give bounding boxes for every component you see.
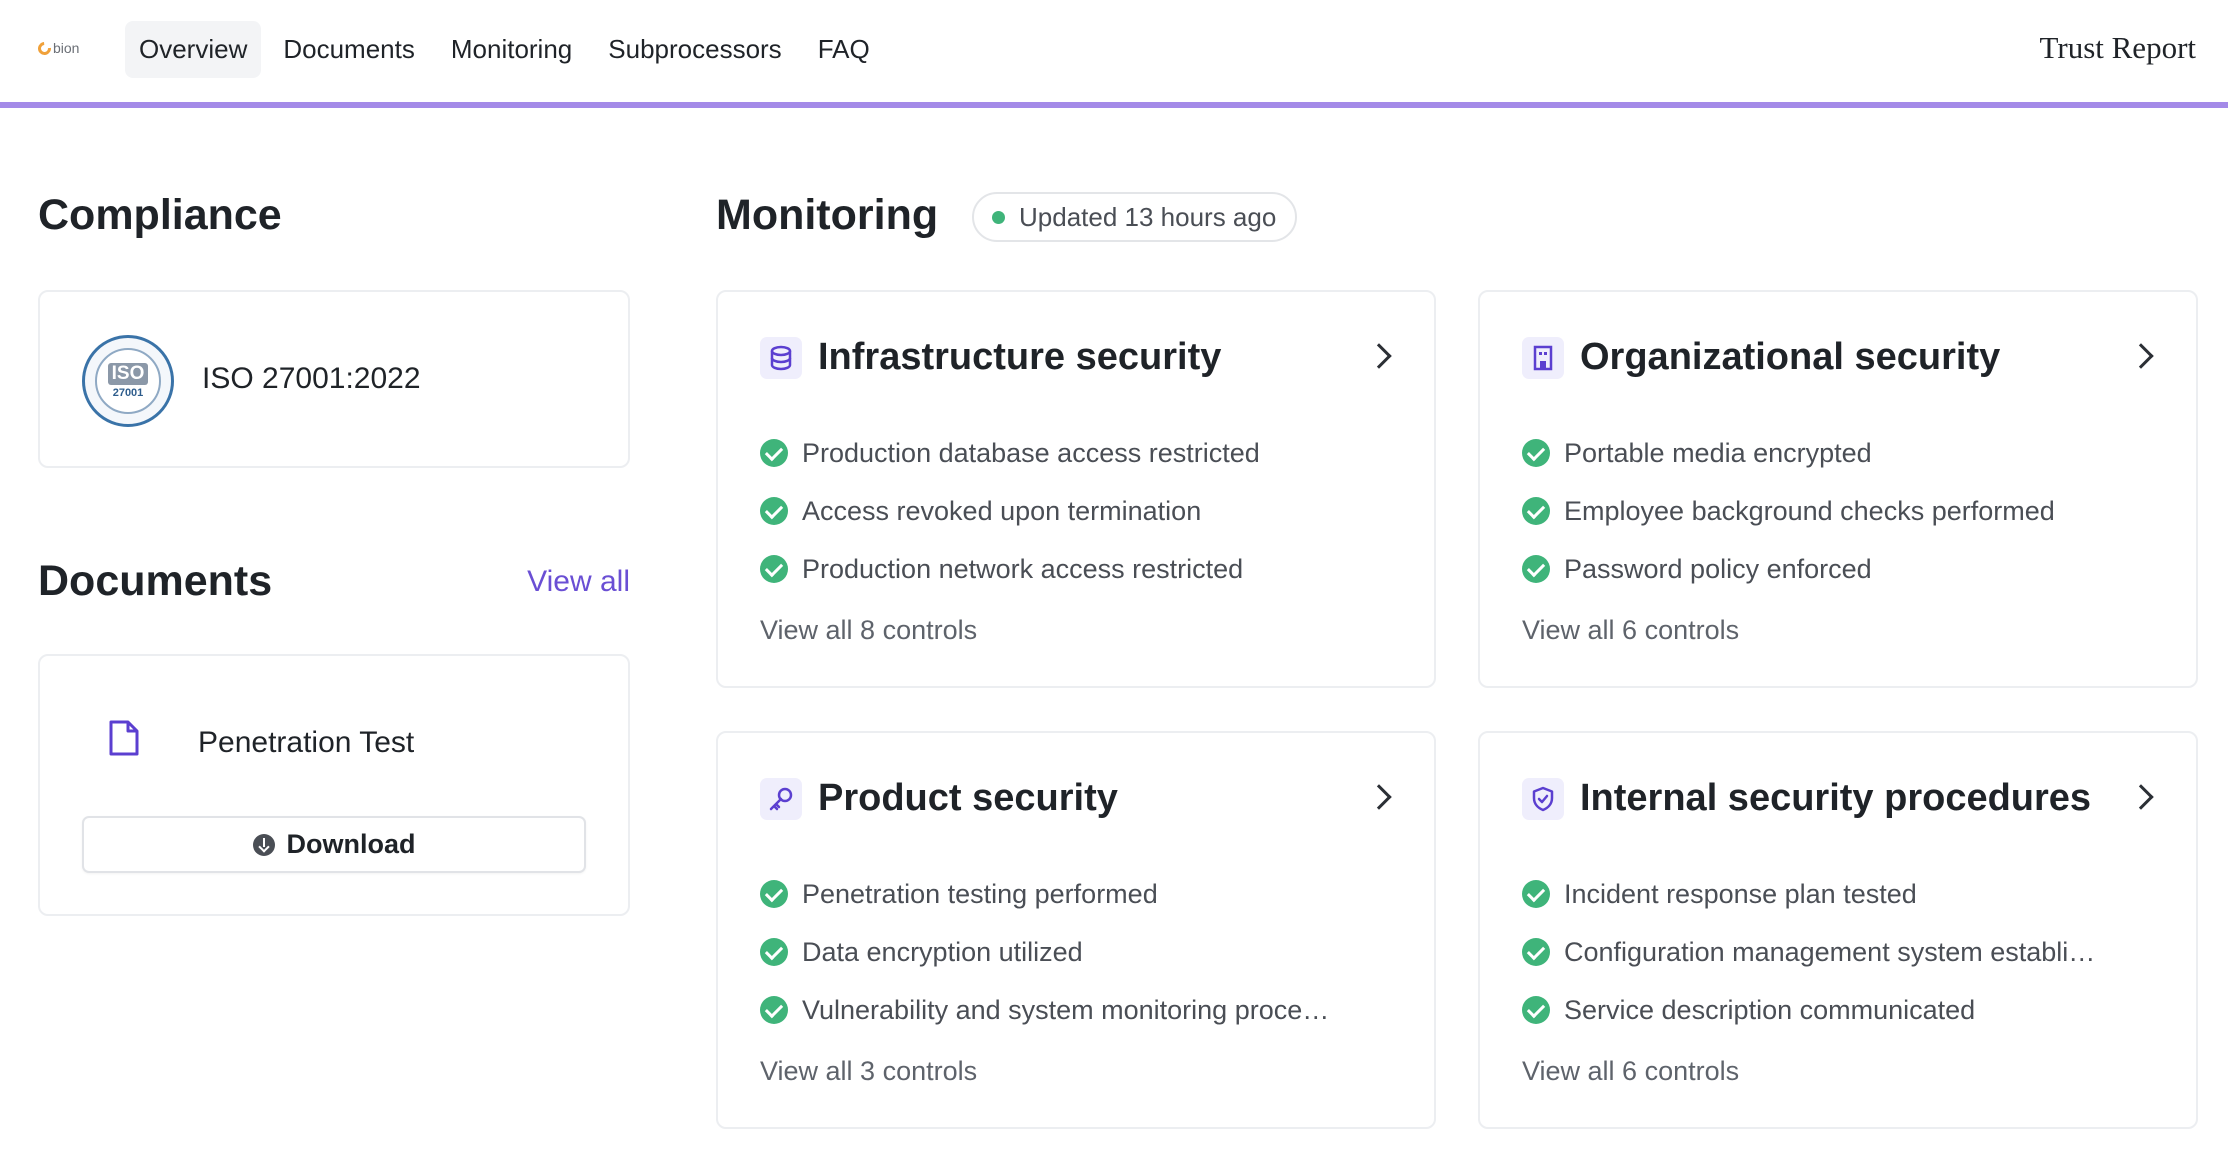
brand-logo[interactable]: bion	[35, 37, 80, 59]
control-label: Portable media encrypted	[1564, 437, 1872, 468]
control-label: Penetration testing performed	[802, 878, 1158, 909]
chevron-right-icon[interactable]	[1366, 343, 1392, 369]
documents-view-all-link[interactable]: View all	[527, 565, 630, 599]
document-icon	[109, 720, 139, 756]
control-item: Data encryption utilized	[760, 923, 1400, 981]
check-circle-icon	[1522, 555, 1550, 583]
control-item: Vulnerability and system monitoring proc…	[760, 981, 1400, 1039]
check-circle-icon	[760, 439, 788, 467]
download-button[interactable]: Download	[82, 816, 586, 873]
iso-badge-number: 27001	[112, 387, 144, 399]
controls-list: Penetration testing performed Data encry…	[760, 865, 1400, 1039]
control-label: Access revoked upon termination	[802, 495, 1202, 526]
view-all-controls-link[interactable]: View all 6 controls	[1522, 1056, 1739, 1087]
control-label: Production database access restricted	[802, 437, 1260, 468]
monitoring-card-organizational[interactable]: Organizational security Portable media e…	[1478, 290, 2198, 688]
control-item: Service description communicated	[1522, 981, 2162, 1039]
monitoring-card-internal-procedures[interactable]: Internal security procedures Incident re…	[1478, 731, 2198, 1129]
control-label: Production network access restricted	[802, 553, 1244, 584]
status-dot-icon	[992, 210, 1005, 224]
certification-label: ISO 27001:2022	[202, 362, 421, 395]
controls-list: Production database access restricted Ac…	[760, 424, 1400, 598]
check-circle-icon	[1522, 996, 1550, 1024]
card-title: Internal security procedures	[1580, 777, 2092, 819]
download-icon	[252, 833, 275, 856]
control-label: Incident response plan tested	[1564, 878, 1917, 909]
control-label: Service description communicated	[1564, 994, 1976, 1025]
logo-icon	[35, 38, 54, 58]
card-title: Infrastructure security	[818, 336, 1222, 378]
compliance-heading: Compliance	[38, 191, 282, 239]
control-item: Production database access restricted	[760, 424, 1400, 482]
certification-card[interactable]: ISO 27001 ISO 27001:2022	[38, 290, 630, 468]
status-text: Updated 13 hours ago	[1019, 201, 1277, 232]
iso-certified-badge-icon: ISO 27001	[82, 335, 174, 427]
documents-heading: Documents	[38, 557, 273, 605]
nav-subprocessors[interactable]: Subprocessors	[594, 21, 795, 78]
control-item: Access revoked upon termination	[760, 482, 1400, 540]
view-all-controls-link[interactable]: View all 3 controls	[760, 1056, 977, 1087]
check-circle-icon	[1522, 880, 1550, 908]
check-circle-icon	[760, 880, 788, 908]
check-circle-icon	[1522, 497, 1550, 525]
control-label: Password policy enforced	[1564, 553, 1872, 584]
nav-overview[interactable]: Overview	[125, 21, 262, 78]
shield-check-icon	[1522, 778, 1564, 820]
control-label: Configuration management system establi…	[1564, 936, 2096, 967]
control-item: Incident response plan tested	[1522, 865, 2162, 923]
chevron-right-icon[interactable]	[2128, 343, 2154, 369]
logo-text: bion	[53, 40, 80, 56]
controls-list: Portable media encrypted Employee backgr…	[1522, 424, 2162, 598]
check-circle-icon	[760, 996, 788, 1024]
monitoring-card-infrastructure[interactable]: Infrastructure security Production datab…	[716, 290, 1436, 688]
card-title: Organizational security	[1580, 336, 2001, 378]
document-card: Penetration Test Download	[38, 654, 630, 916]
check-circle-icon	[760, 497, 788, 525]
card-title: Product security	[818, 777, 1118, 819]
view-all-controls-link[interactable]: View all 6 controls	[1522, 615, 1739, 646]
trust-report-title: Trust Report	[2039, 30, 2196, 65]
control-item: Penetration testing performed	[760, 865, 1400, 923]
monitoring-status-badge: Updated 13 hours ago	[972, 192, 1298, 242]
control-label: Vulnerability and system monitoring proc…	[802, 994, 1330, 1025]
building-icon	[1522, 337, 1564, 379]
control-item: Portable media encrypted	[1522, 424, 2162, 482]
monitoring-card-product[interactable]: Product security Penetration testing per…	[716, 731, 1436, 1129]
nav-faq[interactable]: FAQ	[804, 21, 884, 78]
download-label: Download	[286, 829, 416, 859]
key-icon	[760, 778, 802, 820]
control-item: Production network access restricted	[760, 540, 1400, 598]
nav-monitoring[interactable]: Monitoring	[437, 21, 586, 78]
view-all-controls-link[interactable]: View all 8 controls	[760, 615, 977, 646]
monitoring-heading: Monitoring	[716, 191, 939, 239]
check-circle-icon	[760, 555, 788, 583]
check-circle-icon	[760, 938, 788, 966]
control-label: Employee background checks performed	[1564, 495, 2055, 526]
control-item: Password policy enforced	[1522, 540, 2162, 598]
chevron-right-icon[interactable]	[1366, 784, 1392, 810]
top-navigation-bar: bion Overview Documents Monitoring Subpr…	[0, 0, 2228, 108]
nav-documents[interactable]: Documents	[269, 21, 429, 78]
main-nav: Overview Documents Monitoring Subprocess…	[125, 21, 884, 78]
document-name: Penetration Test	[198, 726, 415, 759]
check-circle-icon	[1522, 439, 1550, 467]
database-icon	[760, 337, 802, 379]
controls-list: Incident response plan tested Configurat…	[1522, 865, 2162, 1039]
check-circle-icon	[1522, 938, 1550, 966]
control-label: Data encryption utilized	[802, 936, 1083, 967]
iso-badge-text: ISO	[107, 363, 149, 385]
control-item: Employee background checks performed	[1522, 482, 2162, 540]
chevron-right-icon[interactable]	[2128, 784, 2154, 810]
control-item: Configuration management system establi…	[1522, 923, 2162, 981]
